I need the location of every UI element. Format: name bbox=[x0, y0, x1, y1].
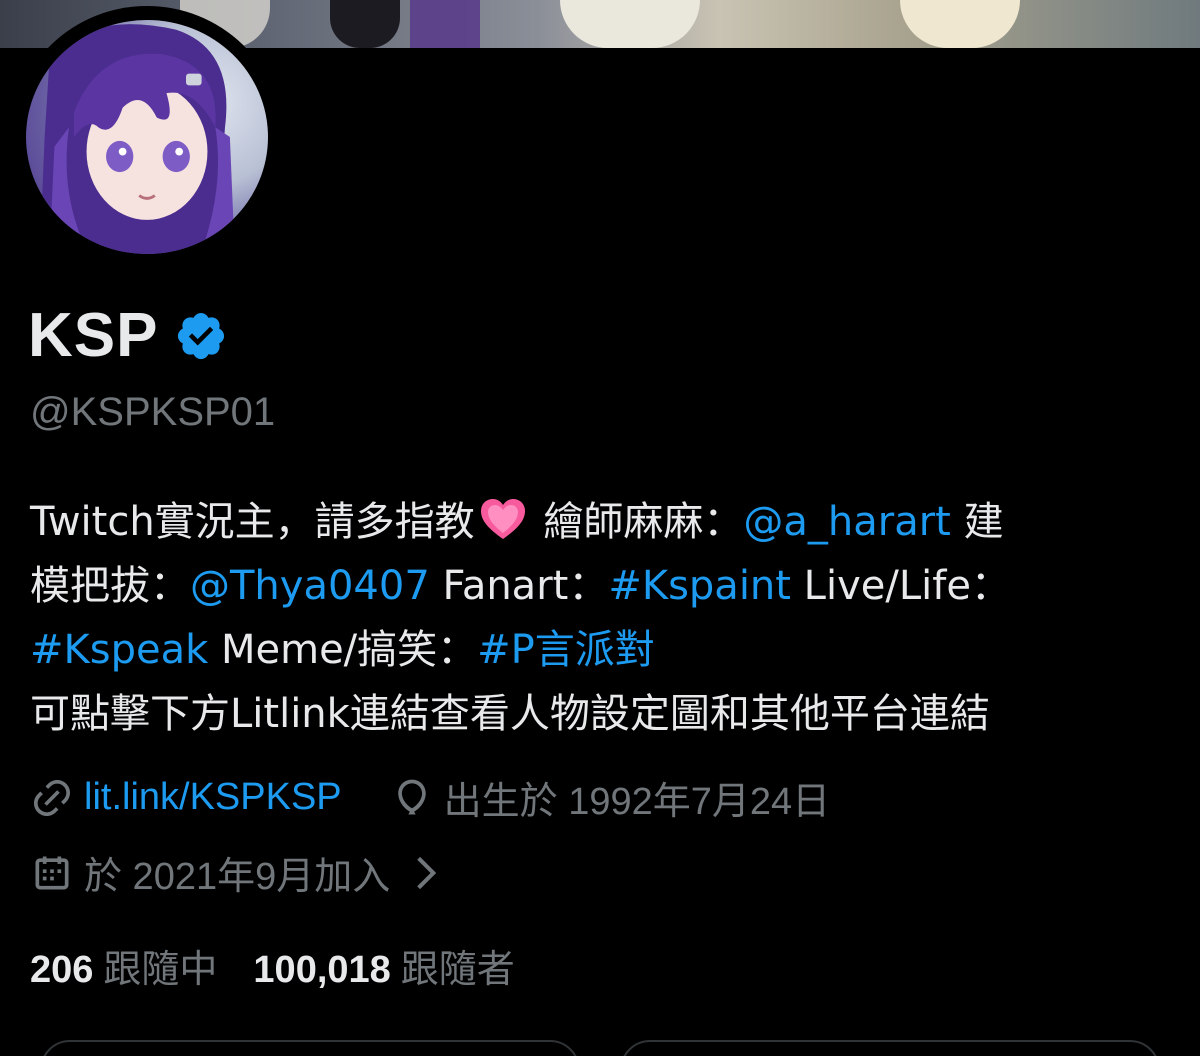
link-icon bbox=[33, 779, 71, 816]
banner-figure bbox=[900, 0, 1020, 48]
action-button[interactable] bbox=[620, 1040, 1160, 1056]
followers-count[interactable]: 100,018 bbox=[253, 949, 390, 992]
hashtag-link-live[interactable]: #Kspeak bbox=[30, 627, 208, 673]
bio-text: Meme/搞笑： bbox=[208, 627, 478, 673]
banner-figure bbox=[330, 0, 400, 48]
follow-stats: 206 跟隨中 100,018 跟隨者 bbox=[30, 938, 515, 993]
mention-link-modeler[interactable]: @Thya0407 bbox=[190, 563, 430, 609]
bio-text: 建 bbox=[950, 499, 1004, 545]
profile-page: KSP @KSPKSP01 Twitch實況主，請多指教 繪師麻麻：@a_har… bbox=[0, 0, 1200, 1056]
joined-date-text: 於 2021年9月加入 bbox=[84, 856, 391, 898]
banner-figure bbox=[410, 0, 480, 48]
profile-bio: Twitch實況主，請多指教 繪師麻麻：@a_harart 建 模把拔：@Thy… bbox=[30, 490, 1180, 746]
mention-link-artist[interactable]: @a_harart bbox=[743, 499, 950, 545]
calendar-icon bbox=[35, 856, 69, 889]
bio-text: Twitch實況主，請多指教 bbox=[30, 499, 475, 545]
website-link[interactable]: lit.link/KSPKSP bbox=[84, 776, 342, 819]
following-label[interactable]: 跟隨中 bbox=[103, 938, 217, 993]
bio-text: Fanart： bbox=[429, 563, 609, 609]
banner-figure bbox=[560, 0, 700, 48]
growing-heart-icon bbox=[480, 499, 525, 539]
bio-text: 繪師麻麻： bbox=[530, 499, 744, 545]
verified-badge-icon[interactable] bbox=[174, 309, 228, 363]
chevron-right-icon[interactable] bbox=[404, 851, 448, 895]
hashtag-link-fanart[interactable]: #Kspaint bbox=[608, 563, 791, 609]
display-name: KSP bbox=[28, 300, 228, 371]
avatar-illustration bbox=[39, 24, 235, 254]
avatar-image bbox=[26, 20, 268, 254]
bio-text: 模把拔： bbox=[30, 563, 190, 609]
profile-meta-row: lit.link/KSPKSP 出生於 1992年7月24日 bbox=[30, 770, 830, 825]
bio-text: 可點擊下方Litlink連結查看人物設定圖和其他平台連結 bbox=[30, 691, 990, 737]
birthday-text: 出生於 1992年7月24日 bbox=[443, 781, 831, 823]
profile-meta-row[interactable]: 於 2021年9月加入 bbox=[30, 845, 448, 900]
followers-label[interactable]: 跟隨者 bbox=[401, 938, 515, 993]
balloon-icon bbox=[397, 779, 426, 814]
bio-text: Live/Life： bbox=[790, 563, 1011, 609]
action-button[interactable] bbox=[40, 1040, 580, 1056]
hashtag-link-meme[interactable]: #P言派對 bbox=[477, 627, 655, 673]
display-name-text: KSP bbox=[28, 301, 159, 370]
avatar[interactable] bbox=[12, 6, 282, 268]
username-handle: @KSPKSP01 bbox=[30, 390, 276, 434]
following-count[interactable]: 206 bbox=[30, 949, 93, 992]
